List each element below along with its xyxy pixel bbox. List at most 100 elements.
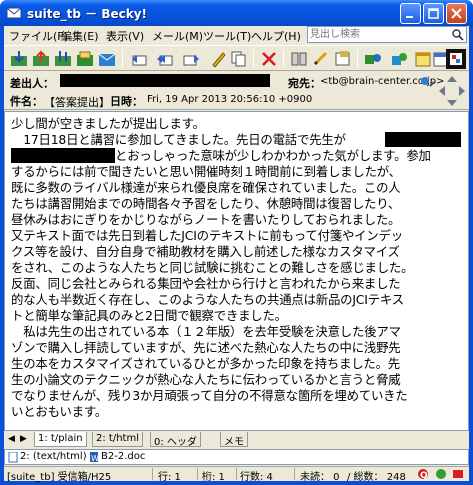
window-title: suite_tb － Becky! xyxy=(27,7,148,21)
body-line-1: 少し間が空きましたが提出します。 xyxy=(11,116,205,131)
status-unread: 未読： 0 xyxy=(300,472,340,483)
header-navigation-icon[interactable] xyxy=(437,74,467,108)
status-total: / 総数： 248 xyxy=(347,472,406,483)
tab-text-html[interactable]: 2: t/html xyxy=(92,432,143,447)
body-line-4: するからには前で聞きたいと思い開催時刻１時間前に到着しましたが、 xyxy=(11,164,401,179)
body-line-13: トと簡単な筆記具のみと2日間で観察できました。 xyxy=(11,308,287,323)
toolbar-separator xyxy=(283,50,284,67)
maximize-button[interactable] xyxy=(423,3,444,24)
receive-send-icon xyxy=(55,51,71,66)
note-icon xyxy=(392,53,407,65)
menu-mail[interactable]: メール(M) xyxy=(152,28,203,44)
minimize-button[interactable] xyxy=(400,3,421,24)
edit-pen-button[interactable] xyxy=(208,49,230,69)
body-line-2: 17日18日と講習に参加してきました。先日の電話で先生が xyxy=(11,132,346,147)
to-label: 宛先： xyxy=(288,77,321,90)
status-column: 桁: 1 xyxy=(202,472,225,483)
attachment-html[interactable]: 2: (text/html) xyxy=(20,451,87,462)
filter-icon xyxy=(335,51,350,66)
toolbar-separator xyxy=(122,50,123,67)
body-line-14: 私は先生の出されている本（１２年版）を去年受験を決意した後アマ xyxy=(11,324,401,339)
forward-button[interactable] xyxy=(180,49,202,69)
body-line-6: たちは講習開始までの時間各々予習をしたり、休憩時間は復習したり、 xyxy=(11,196,401,211)
status-separator xyxy=(197,468,198,480)
html-attachment-icon xyxy=(8,452,18,463)
menu-edit[interactable]: 編集(E) xyxy=(61,28,99,44)
app-icon xyxy=(6,7,22,19)
word-document-icon: W xyxy=(90,452,99,463)
window-client: ファイル(F) 編集(E) 表示(V) メール(M) ツール(T) ヘルプ(H) xyxy=(4,26,469,483)
reply-all-button[interactable] xyxy=(154,49,176,69)
online-icon[interactable] xyxy=(434,468,448,481)
title-bar[interactable]: suite_tb － Becky! xyxy=(0,0,473,26)
header-toggle-icon[interactable] xyxy=(418,74,436,90)
tab-scroll-left-icon[interactable]: ◀ xyxy=(8,434,15,444)
body-line-15: ゾンで購入し拝読していますが、先に述べた熱心な人たちの中に浅野先 xyxy=(11,340,401,355)
body-line-7: 昼休みはおにぎりをかじりながらノートを書いたりしておられました。 xyxy=(11,212,401,227)
body-line-19: いとおもいます。 xyxy=(11,404,108,419)
menu-bar: ファイル(F) 編集(E) 表示(V) メール(M) ツール(T) ヘルプ(H) xyxy=(4,26,469,44)
status-line: 行: 1 xyxy=(158,472,181,483)
attachment-bar: 2: (text/html) W B2-2.doc xyxy=(4,449,469,465)
menu-file[interactable]: ファイル(F) xyxy=(9,28,68,44)
status-line-count: 行数: 4 xyxy=(240,472,273,483)
tab-text-plain[interactable]: 1: t/plain xyxy=(34,432,87,447)
palette-button[interactable] xyxy=(446,49,466,69)
body-line-12: 的な人も半数近く存在し、このような人たちの共通点は新品のJCIテキス xyxy=(11,292,404,307)
close-icon xyxy=(451,8,462,19)
from-label: 差出人： xyxy=(10,77,54,90)
palette-icon xyxy=(450,53,462,65)
status-bar: [suite_tb] 受信箱/H25 行: 1 桁: 1 行数: 4 未読： 0… xyxy=(4,466,469,483)
network-icon[interactable] xyxy=(451,468,465,481)
pen-icon xyxy=(212,52,226,68)
message-header: 差出人： 宛先： <tb@brain-center.co.jp> 件名： 【答案… xyxy=(4,72,469,110)
body-line-17: 生の小論文のテクニックが熱心な人たちに伝わっているかと言うと脅威 xyxy=(11,372,401,387)
status-separator xyxy=(236,468,237,480)
message-body[interactable]: 少し間が空きましたが提出します。 17日18日と講習に参加してきました。先日の電… xyxy=(4,111,469,431)
toolbar xyxy=(4,45,469,71)
from-value-redacted xyxy=(60,74,270,87)
receive-button[interactable] xyxy=(8,49,30,69)
send-button[interactable] xyxy=(30,49,52,69)
reply-all-icon xyxy=(157,55,173,66)
forward-icon xyxy=(183,55,199,66)
status-separator xyxy=(294,468,295,480)
tab-memo[interactable]: メモ xyxy=(220,432,248,448)
address-book-button[interactable] xyxy=(362,49,384,69)
date-value: Fri, 19 Apr 2013 20:56:10 +0900 xyxy=(147,94,313,105)
svg-text:Q: Q xyxy=(420,471,428,481)
delete-button[interactable] xyxy=(258,49,280,69)
receive-send-button[interactable] xyxy=(52,49,74,69)
header-search-input[interactable] xyxy=(310,28,448,41)
note-button[interactable] xyxy=(388,49,410,69)
filter-button[interactable] xyxy=(332,49,354,69)
body-line-16: 生の本をカスタマイズされているひとが多かった印象を持ちました。先 xyxy=(11,356,400,371)
tab-header[interactable]: 0: ヘッダ xyxy=(150,432,201,448)
queue-icon[interactable]: Q xyxy=(417,468,431,481)
print-button[interactable] xyxy=(310,49,332,69)
move-button[interactable] xyxy=(288,49,310,69)
toolbar-separator xyxy=(253,50,254,67)
status-folder: [suite_tb] 受信箱/H25 xyxy=(7,472,112,483)
reply-button[interactable] xyxy=(128,49,150,69)
new-mail-icon xyxy=(98,53,116,66)
main-window: suite_tb － Becky! ファイル(F) 編集(E) 表示(V) メー… xyxy=(0,0,473,485)
new-mail-button[interactable] xyxy=(96,49,118,69)
body-line-18: でなりませんが、残り3か月頑張って自分の不得意な箇所を埋めていきた xyxy=(11,388,408,403)
body-line-9: クス等を設け、自分自身で補助教材を購入し前述した様なカスタマイズ xyxy=(11,244,400,259)
subject-value: 【答案提出】 xyxy=(44,96,110,109)
body-line-3: とおっしゃった意味が少しわかわかった気がします。参加 xyxy=(115,148,431,163)
tab-scroll-right-icon[interactable]: ▶ xyxy=(20,434,27,444)
menu-help[interactable]: ヘルプ(H) xyxy=(251,28,301,44)
check-mail-icon xyxy=(77,51,93,66)
body-line-11: 反面、同じ会社とみられる集団や会社から行けと言われたから来ました xyxy=(11,276,401,291)
menu-tools[interactable]: ツール(T) xyxy=(203,28,251,44)
menu-view[interactable]: 表示(V) xyxy=(106,28,144,44)
check-mail-button[interactable] xyxy=(74,49,96,69)
attachment-doc[interactable]: B2-2.doc xyxy=(101,451,145,462)
address-book-icon xyxy=(365,54,381,64)
copy-button[interactable] xyxy=(228,49,250,69)
minimize-icon xyxy=(406,16,413,18)
search-icon[interactable] xyxy=(451,28,465,41)
close-button[interactable] xyxy=(446,3,467,24)
